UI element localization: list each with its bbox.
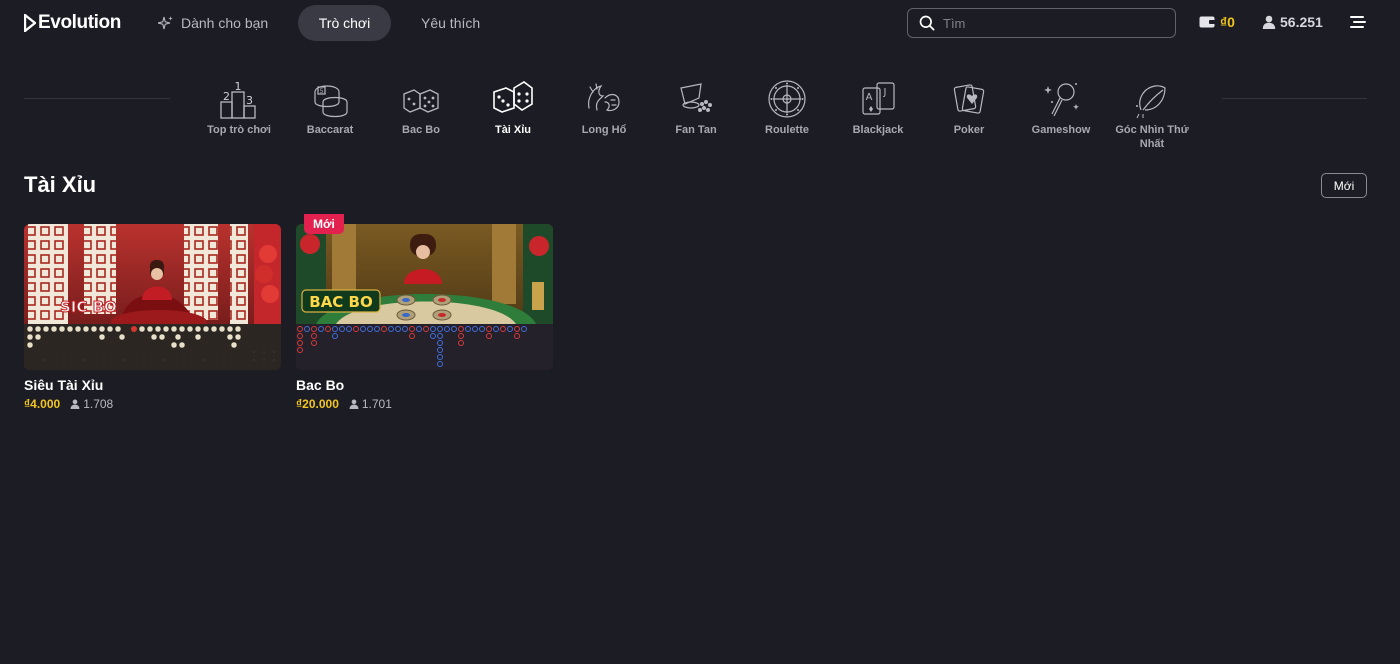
user-icon <box>1262 15 1276 29</box>
category-label: Blackjack <box>852 124 904 136</box>
game-card-sieu-tai-xiu[interactable]: SIC BO Siêu Tài Xỉu ₫4.000 1.708 <box>24 224 281 411</box>
category-label: Bac Bo <box>402 124 440 136</box>
evolution-logo[interactable]: Evolution <box>24 12 121 34</box>
fan-tan-icon <box>680 83 712 112</box>
svg-text:A: A <box>866 92 873 103</box>
category-label: Baccarat <box>306 124 354 136</box>
search-input[interactable] <box>943 15 1143 31</box>
category-gameshow[interactable]: Gameshow <box>1016 78 1106 137</box>
game-players: 1.708 <box>70 397 113 411</box>
first-person-icon <box>1136 85 1166 119</box>
category-bac-bo[interactable]: Bac Bo <box>376 78 466 137</box>
category-label: Fan Tan <box>675 124 717 136</box>
online-players-count: 56.251 <box>1280 14 1323 30</box>
category-label: Góc Nhìn Thứ Nhất <box>1115 124 1189 150</box>
nav-favorites[interactable]: Yêu thích <box>421 5 480 41</box>
search-icon <box>919 15 935 31</box>
microphone-icon <box>1044 83 1079 117</box>
sort-new-button[interactable]: Mới <box>1321 173 1367 198</box>
category-blackjack[interactable]: A J Blackjack <box>833 78 923 137</box>
game-meta: ₫4.000 1.708 <box>24 397 281 411</box>
category-baccarat[interactable]: 5 Baccarat <box>285 78 375 137</box>
evolution-logo-mark-icon <box>24 14 36 32</box>
category-bar: 1 2 3 Top trò chơi 5 Baccarat Bac Bo Tài… <box>0 78 1400 158</box>
svg-text:2: 2 <box>223 90 230 103</box>
category-long-ho[interactable]: Long Hổ <box>559 78 649 137</box>
game-players-count: 1.701 <box>361 397 392 411</box>
user-icon <box>349 399 359 409</box>
wallet-amount: ₫0 <box>1220 14 1235 30</box>
new-badge: Mới <box>304 214 344 234</box>
category-label: Top trò chơi <box>207 124 271 136</box>
svg-text:SIC BO: SIC BO <box>60 298 117 316</box>
game-title: Siêu Tài Xỉu <box>24 377 104 393</box>
game-thumbnail-image: SIC BO <box>24 224 281 370</box>
nav-favorites-label: Yêu thích <box>421 15 481 31</box>
user-icon <box>70 399 80 409</box>
category-tai-xiu[interactable]: Tài Xỉu <box>468 78 558 137</box>
baccarat-icon: 5 <box>314 85 348 118</box>
nav-games-label: Trò chơi <box>318 15 371 31</box>
svg-text:1: 1 <box>235 80 242 93</box>
roulette-icon <box>768 80 806 118</box>
category-top-games[interactable]: 1 2 3 Top trò chơi <box>194 78 284 137</box>
top-header: Evolution Dành cho bạn Trò chơi Yêu thíc… <box>0 0 1400 46</box>
nav-for-you[interactable]: Dành cho bạn <box>158 5 268 41</box>
game-thumbnail: SIC BO <box>24 224 281 370</box>
svg-text:3: 3 <box>246 94 253 107</box>
game-thumbnail-image: BAC BO <box>296 224 553 370</box>
game-players: 1.701 <box>349 397 392 411</box>
game-thumbnail: BAC BO <box>296 224 553 370</box>
wallet-icon <box>1199 16 1215 28</box>
dice-icon <box>403 89 439 113</box>
wallet-balance[interactable]: ₫0 <box>1199 14 1235 30</box>
dragon-tiger-icon <box>588 83 620 112</box>
search-box[interactable] <box>907 8 1176 38</box>
category-label: Gameshow <box>1031 124 1091 136</box>
svg-text:5: 5 <box>320 88 324 95</box>
category-label: Roulette <box>765 124 809 136</box>
section-title: Tài Xỉu <box>24 172 97 197</box>
game-title: Bac Bo <box>296 377 345 393</box>
menu-icon[interactable] <box>1350 15 1366 29</box>
category-label: Tài Xỉu <box>494 124 532 136</box>
bac-bo-logo-text: BAC BO <box>309 293 372 311</box>
online-players: 56.251 <box>1262 14 1323 30</box>
nav-games[interactable]: Trò chơi <box>298 5 391 41</box>
dice-icon <box>493 81 533 113</box>
podium-icon: 1 2 3 <box>220 80 256 119</box>
category-fan-tan[interactable]: Fan Tan <box>651 78 741 137</box>
poker-icon <box>953 84 985 114</box>
nav-for-you-label: Dành cho bạn <box>181 15 269 31</box>
game-min-bet: ₫20.000 <box>296 397 339 411</box>
category-label: Long Hổ <box>581 124 627 136</box>
svg-text:J: J <box>883 87 887 98</box>
game-card-bac-bo[interactable]: BAC BO Mới Bac Bo ₫20.000 1.701 <box>296 214 553 411</box>
game-meta: ₫20.000 1.701 <box>296 397 553 411</box>
logo-text: Evolution <box>38 12 121 33</box>
category-first-person[interactable]: Góc Nhìn Thứ Nhất <box>1107 78 1197 151</box>
category-roulette[interactable]: Roulette <box>742 78 832 137</box>
cards-icon: A J <box>862 82 895 115</box>
game-players-count: 1.708 <box>83 397 114 411</box>
category-poker[interactable]: Poker <box>924 78 1014 137</box>
category-label: Poker <box>953 124 985 136</box>
sparkle-icon <box>158 16 173 30</box>
game-min-bet: ₫4.000 <box>24 397 61 411</box>
